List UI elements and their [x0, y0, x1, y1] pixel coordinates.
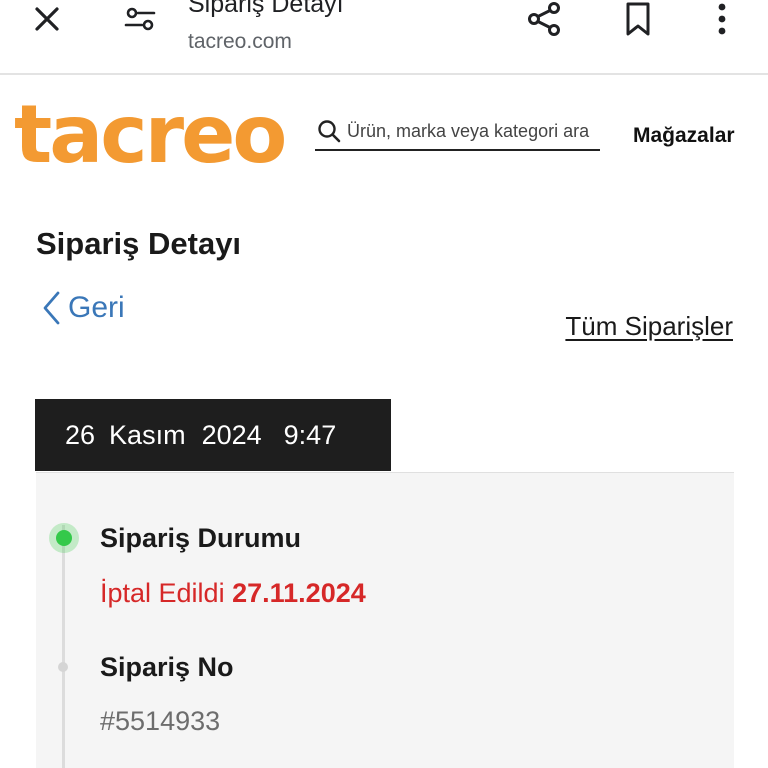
search-input[interactable] [343, 120, 598, 142]
browser-toolbar: Sipariş Detayı tacreo.com [0, 0, 768, 75]
order-month: Kasım [109, 419, 186, 450]
share-icon[interactable] [522, 0, 566, 41]
order-status-text: İptal Edildi [100, 578, 225, 608]
close-icon[interactable] [25, 0, 69, 41]
order-number-value: #5514933 [100, 706, 221, 736]
back-label: Geri [68, 291, 125, 324]
order-status-date: 27.11.2024 [232, 578, 366, 608]
search-bar[interactable] [315, 113, 600, 151]
timeline-line [62, 525, 65, 768]
order-number-label: Sipariş No [100, 652, 234, 682]
svg-text:tacreo: tacreo [14, 92, 284, 172]
browser-url[interactable]: tacreo.com [188, 30, 292, 54]
tune-icon[interactable] [118, 0, 162, 41]
more-vert-icon[interactable] [700, 0, 744, 41]
bookmark-icon[interactable] [616, 0, 660, 41]
chevron-left-icon [43, 291, 60, 325]
search-icon[interactable] [315, 117, 343, 145]
browser-page-title: Sipariş Detayı [188, 0, 344, 18]
order-year: 2024 [201, 419, 262, 450]
all-orders-link[interactable]: Tüm Siparişler [565, 311, 733, 342]
order-status-label: Sipariş Durumu [100, 523, 302, 553]
stores-link[interactable]: Mağazalar [633, 124, 735, 148]
timeline-dot [58, 662, 68, 672]
order-time: 9:47 [283, 419, 337, 450]
order-day: 26 [65, 419, 96, 450]
timeline-active-dot [49, 523, 79, 553]
site-logo[interactable]: tacreo [14, 88, 287, 181]
order-status-value: İptal Edildi 27.11.2024 [100, 578, 366, 609]
back-button[interactable]: Geri [40, 290, 125, 326]
page-title: Sipariş Detayı [36, 226, 242, 261]
order-date-header: 26 Kasım 2024 9:47 [35, 399, 391, 471]
